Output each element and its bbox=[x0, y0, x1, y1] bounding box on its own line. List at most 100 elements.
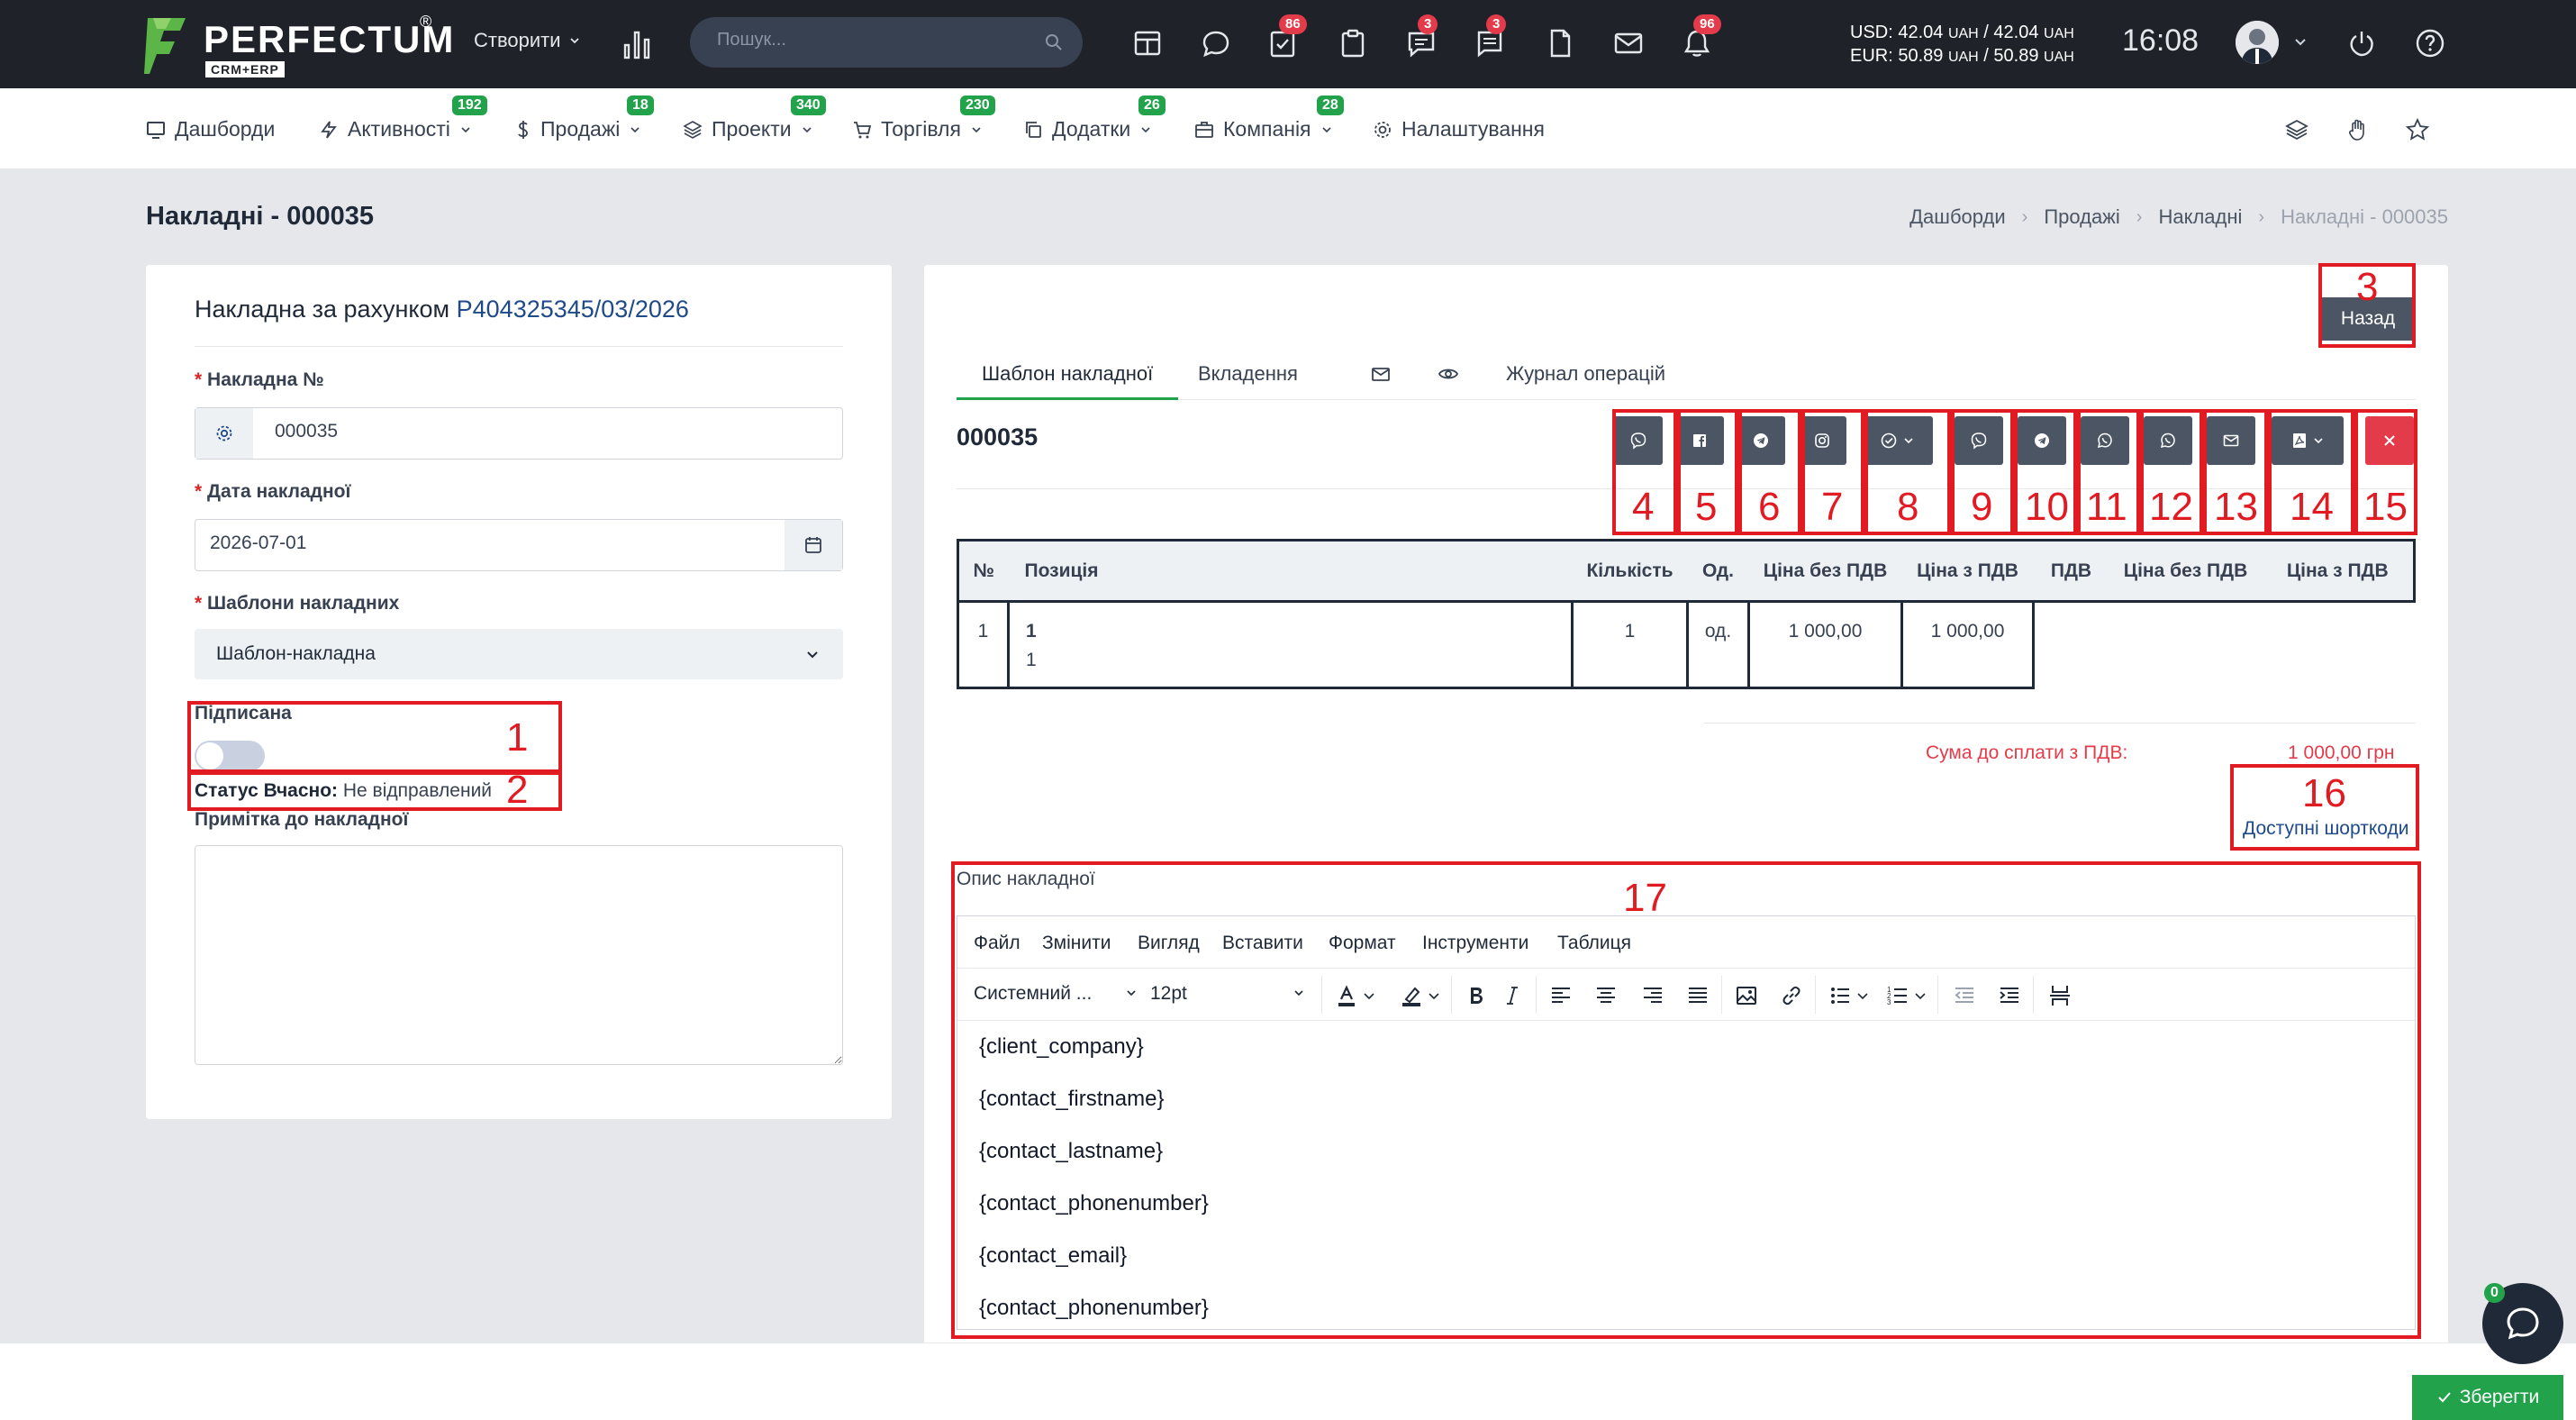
document-number: 000035 bbox=[957, 423, 1039, 451]
notifications-button[interactable]: 96 bbox=[1681, 14, 1721, 59]
tab-email[interactable] bbox=[1371, 364, 1391, 402]
nav-item-label: Торгівля bbox=[881, 117, 961, 141]
nav-item-company[interactable]: Компанія 28 bbox=[1194, 96, 1344, 141]
number-settings-button[interactable] bbox=[195, 408, 253, 459]
cart-icon bbox=[854, 121, 872, 138]
bolt-icon bbox=[321, 120, 337, 139]
position-description: 1 bbox=[1026, 650, 1037, 670]
items-table: № Позиція Кількість Од. Ціна без ПДВ Цін… bbox=[957, 539, 2416, 689]
annotation-number: 6 bbox=[1758, 485, 1781, 529]
create-menu-button[interactable]: Створити bbox=[474, 29, 581, 52]
column-header: Позиція bbox=[1008, 539, 1573, 603]
date-input[interactable] bbox=[210, 532, 750, 554]
nav-item-sales[interactable]: Продажі 18 bbox=[515, 96, 654, 141]
topbar: PERFECTUM ® CRM+ERP Створити 86 3 3 96 U… bbox=[0, 0, 2576, 88]
nav-badge: 26 bbox=[1138, 96, 1166, 115]
chevron-down-icon[interactable] bbox=[2293, 34, 2308, 49]
breadcrumb: Дашборди › Продажі › Накладні › Накладні… bbox=[1909, 205, 2448, 229]
tab-activity-log[interactable]: Журнал операцій bbox=[1506, 362, 1665, 400]
number-input[interactable] bbox=[275, 421, 815, 442]
nav-item-trade[interactable]: Торгівля 230 bbox=[852, 96, 995, 141]
annotation-number: 10 bbox=[2025, 485, 2069, 529]
annotation-number: 17 bbox=[1623, 876, 1667, 920]
gear-icon bbox=[1374, 121, 1391, 138]
breadcrumb-separator: › bbox=[2136, 206, 2143, 227]
annotation-number: 9 bbox=[1971, 485, 1993, 529]
nav-item-label: Налаштування bbox=[1401, 117, 1545, 141]
annotation-number: 16 bbox=[2302, 771, 2346, 815]
column-header: Кількість bbox=[1572, 539, 1688, 603]
create-menu-label: Створити bbox=[474, 29, 561, 51]
annotation-number: 5 bbox=[1695, 485, 1718, 529]
nav-item-label: Проекти bbox=[712, 117, 792, 141]
messages-button[interactable]: 3 bbox=[1474, 14, 1507, 59]
cell-unit: од. bbox=[1686, 601, 1750, 689]
total-label: Сума до сплати з ПДВ: bbox=[1926, 742, 2128, 763]
nav-badge: 28 bbox=[1317, 96, 1344, 115]
logo-subtitle: CRM+ERP bbox=[205, 61, 285, 77]
nav-item-projects[interactable]: Проекти 340 bbox=[683, 96, 826, 141]
bar-chart-icon[interactable] bbox=[621, 25, 652, 61]
invoice-form-card: Накладна за рахунком P404325345/03/2026 … bbox=[146, 265, 892, 1119]
nav-item-label: Активності bbox=[348, 117, 450, 141]
nav-item-label: Дашборди bbox=[175, 117, 276, 141]
breadcrumb-item[interactable]: Продажі bbox=[2044, 205, 2119, 229]
search-input[interactable] bbox=[717, 30, 1023, 50]
annotation-number: 3 bbox=[2356, 265, 2379, 309]
file-icon[interactable] bbox=[1544, 27, 1576, 59]
nav-item-label: Продажі bbox=[540, 117, 621, 141]
power-icon[interactable] bbox=[2345, 27, 2378, 59]
tab-attachments[interactable]: Вкладення bbox=[1198, 362, 1298, 400]
logo[interactable]: PERFECTUM ® CRM+ERP bbox=[144, 13, 453, 77]
user-avatar[interactable] bbox=[2236, 21, 2279, 64]
column-header: № bbox=[957, 539, 1009, 603]
hand-icon[interactable] bbox=[2345, 117, 2371, 142]
tab-invoice-template[interactable]: Шаблон накладної bbox=[957, 362, 1179, 400]
number-field bbox=[195, 407, 843, 460]
annotation-number: 1 bbox=[506, 715, 529, 760]
layers-icon[interactable] bbox=[2284, 117, 2309, 142]
form-title-prefix: Накладна за рахунком bbox=[195, 296, 450, 323]
main-nav: Дашборди Активності 192 Продажі 18 Проек… bbox=[0, 88, 2576, 169]
annotation-number: 11 bbox=[2086, 485, 2127, 529]
note-textarea[interactable] bbox=[195, 845, 843, 1065]
star-icon[interactable] bbox=[2405, 117, 2430, 142]
tasks-badge: 86 bbox=[1279, 14, 1307, 34]
cell-price-gross: 1 000,00 bbox=[1900, 601, 2035, 689]
position-name: 1 bbox=[1026, 621, 1037, 642]
form-title: Накладна за рахунком P404325345/03/2026 bbox=[195, 296, 689, 323]
nav-badge: 18 bbox=[627, 96, 654, 115]
help-icon[interactable] bbox=[2414, 27, 2446, 59]
discussions-button[interactable]: 3 bbox=[1405, 14, 1438, 59]
search-icon[interactable] bbox=[1045, 33, 1063, 51]
mail-icon[interactable] bbox=[1612, 27, 1645, 59]
cell-number: 1 bbox=[957, 601, 1010, 689]
nav-item-settings[interactable]: Налаштування bbox=[1373, 117, 1545, 141]
nav-item-label: Додатки bbox=[1052, 117, 1131, 141]
search-box bbox=[690, 17, 1083, 68]
date-picker-button[interactable] bbox=[785, 520, 842, 570]
cell-quantity: 1 bbox=[1571, 601, 1689, 689]
column-header: Ціна з ПДВ bbox=[2262, 539, 2416, 603]
nav-item-addons[interactable]: Додатки 26 bbox=[1023, 96, 1166, 141]
invoice-link[interactable]: P404325345/03/2026 bbox=[457, 296, 689, 323]
clock: 16:08 bbox=[2122, 23, 2200, 58]
currency-rates: USD: 42.04 UAH / 42.04 UAH EUR: 50.89 UA… bbox=[1850, 22, 2074, 68]
tasks-button[interactable]: 86 bbox=[1266, 14, 1307, 59]
save-button[interactable]: Зберегти bbox=[2412, 1375, 2563, 1420]
chat-bubble-icon[interactable] bbox=[1200, 27, 1232, 59]
template-select[interactable]: Шаблон-накладна bbox=[195, 629, 843, 679]
breadcrumb-item[interactable]: Дашборди bbox=[1909, 205, 2005, 229]
nav-item-dashboards[interactable]: Дашборди bbox=[146, 117, 275, 141]
nav-item-activities[interactable]: Активності 192 bbox=[319, 96, 487, 141]
logo-text: PERFECTUM bbox=[204, 18, 456, 60]
clipboard-icon[interactable] bbox=[1337, 27, 1369, 59]
breadcrumb-item[interactable]: Накладні bbox=[2158, 205, 2242, 229]
calendar-table-icon[interactable] bbox=[1131, 27, 1164, 59]
divider bbox=[1704, 723, 2416, 724]
logo-mark-icon bbox=[144, 18, 186, 74]
tab-preview[interactable] bbox=[1438, 364, 1459, 402]
avatar-image bbox=[2236, 21, 2279, 64]
gear-icon bbox=[216, 425, 232, 441]
column-header: Ціна з ПДВ bbox=[1901, 539, 2034, 603]
